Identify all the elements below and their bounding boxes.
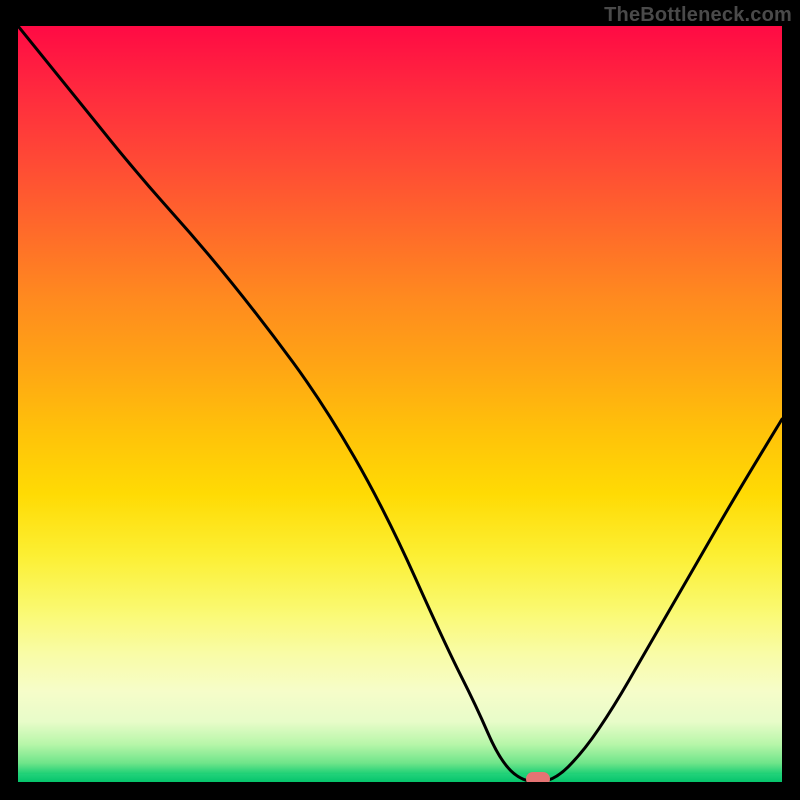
- curve-svg: [18, 26, 782, 782]
- plot-area: [18, 26, 782, 782]
- watermark-text: TheBottleneck.com: [604, 4, 792, 27]
- chart-container: TheBottleneck.com: [0, 0, 800, 800]
- optimal-marker: [526, 772, 550, 782]
- bottleneck-curve-path: [18, 26, 782, 782]
